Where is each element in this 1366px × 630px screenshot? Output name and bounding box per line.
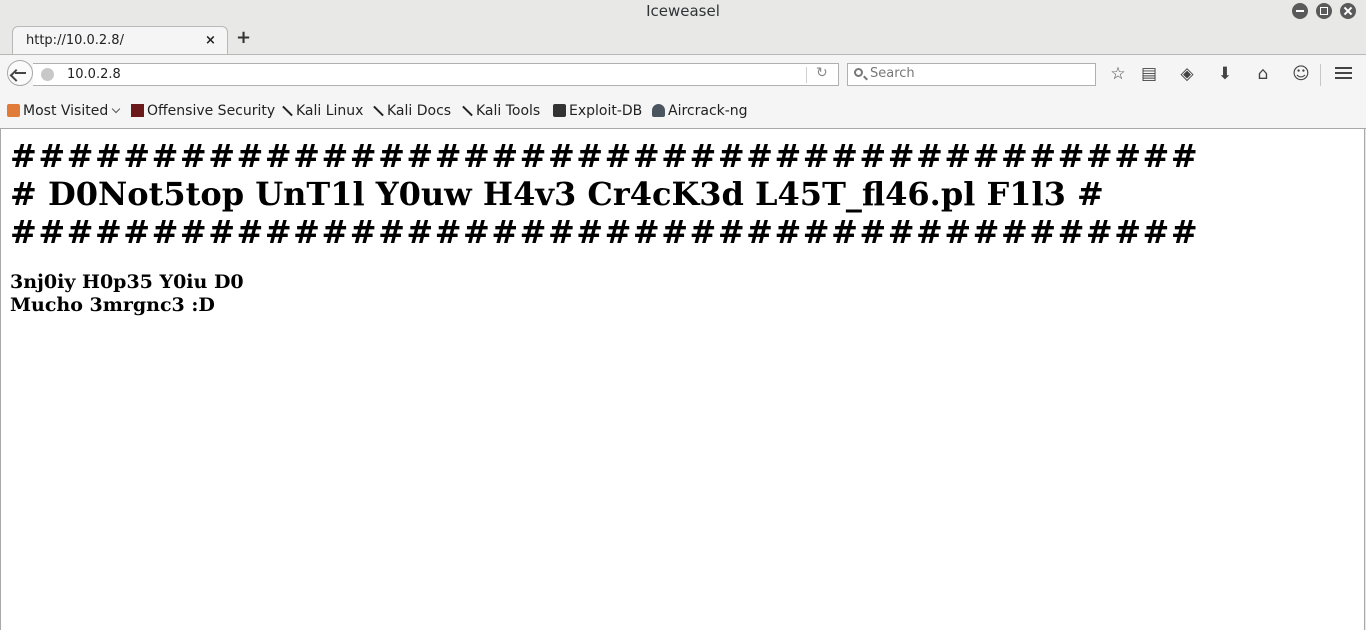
banner-line-message: # D0Not5top UnT1l Y0uw H4v3 Cr4cK3d L45T… — [10, 175, 1104, 213]
title-bar: Iceweasel — [0, 0, 1366, 24]
site-identity-icon[interactable] — [41, 68, 54, 81]
banner-line-top: ########################################… — [10, 137, 1200, 175]
window-title: Iceweasel — [646, 2, 720, 20]
search-icon[interactable] — [854, 68, 863, 77]
bookmark-kali-tools[interactable]: Kali Tools — [460, 103, 540, 119]
kali-dragon-icon — [460, 104, 473, 117]
bookmark-exploit-db[interactable]: Exploit-DB — [553, 103, 642, 119]
exploitdb-icon — [553, 104, 566, 117]
bookmark-label: Aircrack-ng — [668, 103, 748, 119]
reading-list-icon[interactable]: ▤ — [1139, 64, 1159, 84]
kali-dragon-icon — [371, 104, 384, 117]
toolbar-separator — [1320, 64, 1321, 86]
offsec-icon — [131, 104, 144, 117]
bookmark-label: Kali Tools — [476, 103, 541, 119]
close-window-icon[interactable] — [1340, 3, 1356, 19]
banner-line-bottom: ########################################… — [10, 213, 1200, 251]
menu-icon[interactable] — [1335, 67, 1352, 81]
page-text-line-2: Mucho 3mrgnc3 :D — [10, 294, 215, 316]
bookmark-kali-linux[interactable]: Kali Linux — [280, 103, 363, 119]
page-text-line-1: 3nj0iy H0p35 Y0iu D0 — [10, 271, 244, 293]
bookmark-offensive-security[interactable]: Offensive Security — [131, 103, 275, 119]
folder-icon — [7, 104, 20, 117]
url-bar[interactable]: 10.0.2.8 ↻ — [33, 63, 839, 86]
navigation-bar: 10.0.2.8 ↻ ☆ ▤ ◈ ⬇ ⌂ ☺ — [0, 55, 1366, 93]
search-bar[interactable] — [847, 63, 1096, 86]
minimize-icon[interactable] — [1292, 3, 1308, 19]
tab-close-icon[interactable]: × — [205, 33, 216, 48]
bookmark-label: Kali Linux — [296, 103, 364, 119]
tab-active[interactable]: http://10.0.2.8/ × — [12, 26, 228, 54]
tab-strip: http://10.0.2.8/ × + — [0, 24, 1366, 55]
bookmark-label: Most Visited — [23, 103, 109, 119]
browser-window: Iceweasel http://10.0.2.8/ × + 10.0.2.8 … — [0, 0, 1366, 630]
pocket-icon[interactable]: ◈ — [1177, 64, 1197, 84]
aircrack-icon — [652, 104, 665, 117]
bookmarks-toolbar: Most Visited Offensive Security Kali Lin… — [0, 93, 1366, 129]
url-text[interactable]: 10.0.2.8 — [67, 67, 121, 82]
bookmark-most-visited[interactable]: Most Visited — [7, 103, 121, 119]
bookmark-kali-docs[interactable]: Kali Docs — [371, 103, 451, 119]
reload-icon[interactable]: ↻ — [816, 65, 828, 81]
bookmark-label: Exploit-DB — [569, 103, 643, 119]
search-input[interactable] — [870, 66, 1090, 81]
kali-dragon-icon — [280, 104, 293, 117]
new-tab-button[interactable]: + — [236, 29, 251, 47]
bookmark-aircrack-ng[interactable]: Aircrack-ng — [652, 103, 748, 119]
tab-label: http://10.0.2.8/ — [26, 33, 124, 48]
download-icon[interactable]: ⬇ — [1215, 64, 1235, 84]
hello-icon[interactable]: ☺ — [1291, 64, 1311, 84]
home-icon[interactable]: ⌂ — [1253, 64, 1273, 84]
maximize-icon[interactable] — [1316, 3, 1332, 19]
back-arrow-icon[interactable] — [7, 60, 33, 86]
page-content: ########################################… — [0, 129, 1365, 630]
bookmark-label: Offensive Security — [147, 103, 276, 119]
bookmark-label: Kali Docs — [387, 103, 452, 119]
url-separator — [806, 67, 807, 83]
bookmark-star-icon[interactable]: ☆ — [1108, 64, 1128, 84]
chevron-down-icon — [111, 104, 121, 114]
